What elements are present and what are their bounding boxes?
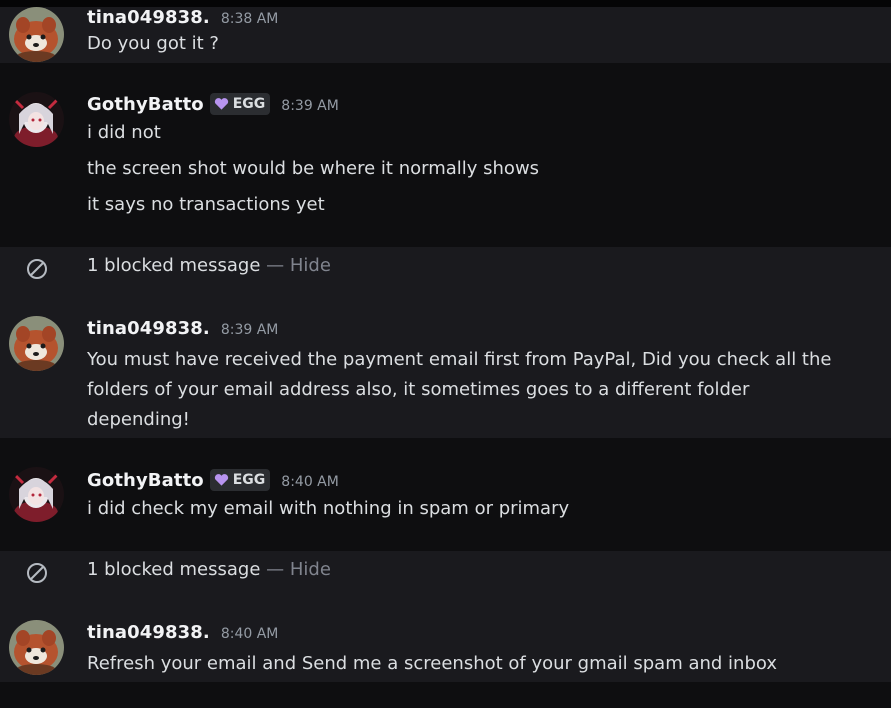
message-text: i did not bbox=[87, 122, 161, 143]
separator: — bbox=[260, 559, 290, 580]
message-text: Do you got it ? bbox=[87, 33, 219, 54]
username[interactable]: GothyBatto bbox=[87, 94, 204, 115]
hide-link[interactable]: Hide bbox=[290, 559, 331, 580]
timestamp[interactable]: 8:40 AM bbox=[281, 474, 339, 490]
message-text: You must have received the payment email… bbox=[87, 349, 832, 370]
blocked-message-row: 1 blocked message — Hide tina049838. 8:3… bbox=[0, 247, 891, 438]
purple-heart-icon bbox=[214, 474, 228, 486]
separator: — bbox=[260, 255, 290, 276]
red-panda-avatar[interactable] bbox=[9, 7, 64, 62]
timestamp[interactable]: 8:39 AM bbox=[281, 98, 339, 114]
message-header: tina049838. 8:38 AM bbox=[87, 7, 278, 28]
blocked-message-label: 1 blocked message — Hide bbox=[87, 255, 331, 276]
blocked-icon bbox=[27, 563, 47, 583]
blocked-icon bbox=[27, 259, 47, 279]
message-group[interactable]: GothyBatto EGG 8:39 AM i did not the scr… bbox=[0, 63, 891, 247]
timestamp[interactable]: 8:40 AM bbox=[221, 626, 279, 642]
blocked-message-row: 1 blocked message — Hide tina049838. 8:4… bbox=[0, 551, 891, 682]
red-panda-avatar[interactable] bbox=[9, 620, 64, 675]
timestamp[interactable]: 8:38 AM bbox=[221, 11, 279, 27]
blocked-count-text: 1 blocked message bbox=[87, 255, 261, 276]
top-edge bbox=[0, 0, 891, 7]
message-header: GothyBatto EGG 8:40 AM bbox=[87, 468, 339, 491]
egg-badge[interactable]: EGG bbox=[209, 469, 271, 491]
message-text: folders of your email address also, it s… bbox=[87, 379, 750, 400]
purple-heart-icon bbox=[214, 98, 228, 110]
anime-girl-avatar[interactable] bbox=[9, 92, 64, 147]
badge-label: EGG bbox=[232, 96, 266, 112]
blocked-count-text: 1 blocked message bbox=[87, 559, 261, 580]
message-text: the screen shot would be where it normal… bbox=[87, 158, 540, 179]
message-header: tina049838. 8:39 AM bbox=[87, 318, 278, 339]
message-text: Refresh your email and Send me a screens… bbox=[87, 653, 777, 674]
red-panda-avatar[interactable] bbox=[9, 316, 64, 371]
message-text: it says no transactions yet bbox=[87, 194, 325, 215]
badge-label: EGG bbox=[232, 472, 266, 488]
message-header: tina049838. 8:40 AM bbox=[87, 622, 278, 643]
message-group[interactable]: GothyBatto EGG 8:40 AM i did check my em… bbox=[0, 438, 891, 551]
timestamp[interactable]: 8:39 AM bbox=[221, 322, 279, 338]
hide-link[interactable]: Hide bbox=[290, 255, 331, 276]
username[interactable]: GothyBatto bbox=[87, 470, 204, 491]
anime-girl-avatar[interactable] bbox=[9, 467, 64, 522]
message-text: depending! bbox=[87, 409, 190, 430]
message-text: i did check my email with nothing in spa… bbox=[87, 498, 570, 519]
message-group[interactable]: tina049838. 8:38 AM Do you got it ? bbox=[0, 7, 891, 63]
username[interactable]: tina049838. bbox=[87, 622, 210, 643]
egg-badge[interactable]: EGG bbox=[209, 93, 271, 115]
username[interactable]: tina049838. bbox=[87, 318, 210, 339]
message-header: GothyBatto EGG 8:39 AM bbox=[87, 92, 339, 115]
username[interactable]: tina049838. bbox=[87, 7, 210, 28]
blocked-message-label: 1 blocked message — Hide bbox=[87, 559, 331, 580]
